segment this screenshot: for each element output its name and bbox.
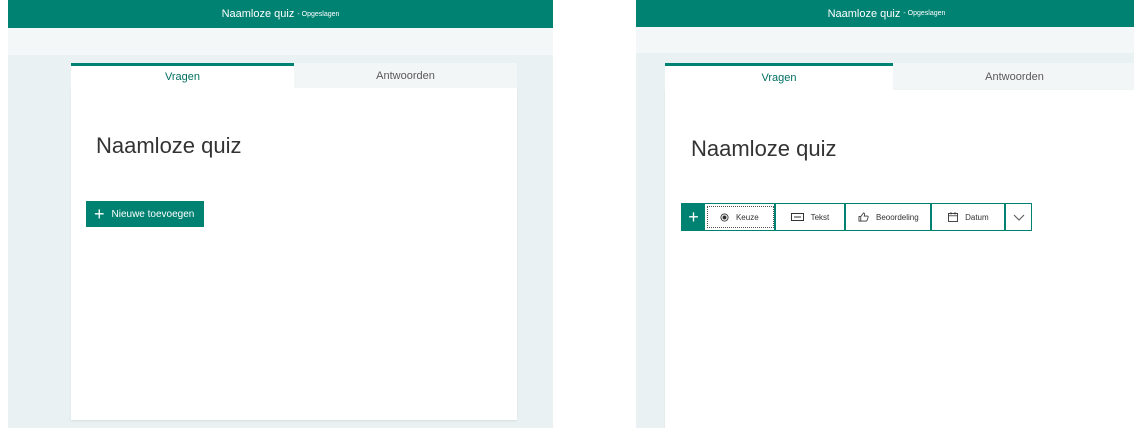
chevron-down-icon	[1013, 214, 1025, 221]
tab-vragen[interactable]: Vragen	[665, 63, 893, 90]
tab-antwoorden[interactable]: Antwoorden	[294, 63, 517, 88]
question-type-label: Tekst	[810, 212, 830, 222]
question-type-beoordeling[interactable]: Beoordeling	[846, 204, 933, 230]
add-new-label: Nieuwe toevoegen	[111, 208, 195, 220]
question-type-keuze[interactable]: Keuze	[705, 204, 776, 230]
app-title: Naamloze quiz	[221, 8, 295, 20]
plus-icon: +	[94, 204, 105, 224]
radio-icon	[720, 212, 729, 222]
tab-bar: Vragen Antwoorden	[665, 63, 1134, 90]
more-types-button[interactable]	[1006, 204, 1031, 230]
header-bar: Naamloze quiz - Opgeslagen	[636, 0, 1134, 27]
tab-vragen[interactable]: Vragen	[71, 63, 294, 88]
question-type-tekst[interactable]: Tekst	[776, 204, 847, 230]
app-title: Naamloze quiz	[827, 7, 901, 20]
sub-header	[636, 27, 1134, 53]
question-type-label: Beoordeling	[875, 212, 919, 222]
text-icon	[790, 213, 804, 221]
plus-icon[interactable]: +	[682, 204, 706, 230]
quiz-card: Naamloze quiz + Keuze Tekst Beoordeling …	[665, 90, 1134, 428]
tab-antwoorden[interactable]: Antwoorden	[893, 63, 1134, 90]
quiz-card: Naamloze quiz + Nieuwe toevoegen	[71, 88, 517, 420]
thumbs-up-icon	[858, 212, 869, 222]
quiz-title[interactable]: Naamloze quiz	[96, 133, 242, 159]
right-screen: Naamloze quiz - Opgeslagen Vragen Antwoo…	[636, 0, 1134, 428]
question-type-label: Datum	[965, 212, 989, 222]
add-new-button[interactable]: + Nieuwe toevoegen	[86, 201, 205, 227]
question-type-label: Keuze	[735, 212, 759, 222]
question-type-datum[interactable]: Datum	[932, 204, 1007, 230]
calendar-icon	[948, 212, 959, 222]
save-status: - Opgeslagen	[297, 10, 340, 18]
save-status: - Opgeslagen	[903, 10, 946, 17]
question-type-toolbar: + Keuze Tekst Beoordeling Datum	[681, 203, 1032, 231]
left-screen: Naamloze quiz - Opgeslagen Vragen Antwoo…	[8, 0, 553, 428]
sub-header	[8, 28, 553, 55]
quiz-title[interactable]: Naamloze quiz	[691, 136, 837, 162]
tab-bar: Vragen Antwoorden	[71, 63, 517, 88]
header-bar: Naamloze quiz - Opgeslagen	[8, 0, 553, 28]
